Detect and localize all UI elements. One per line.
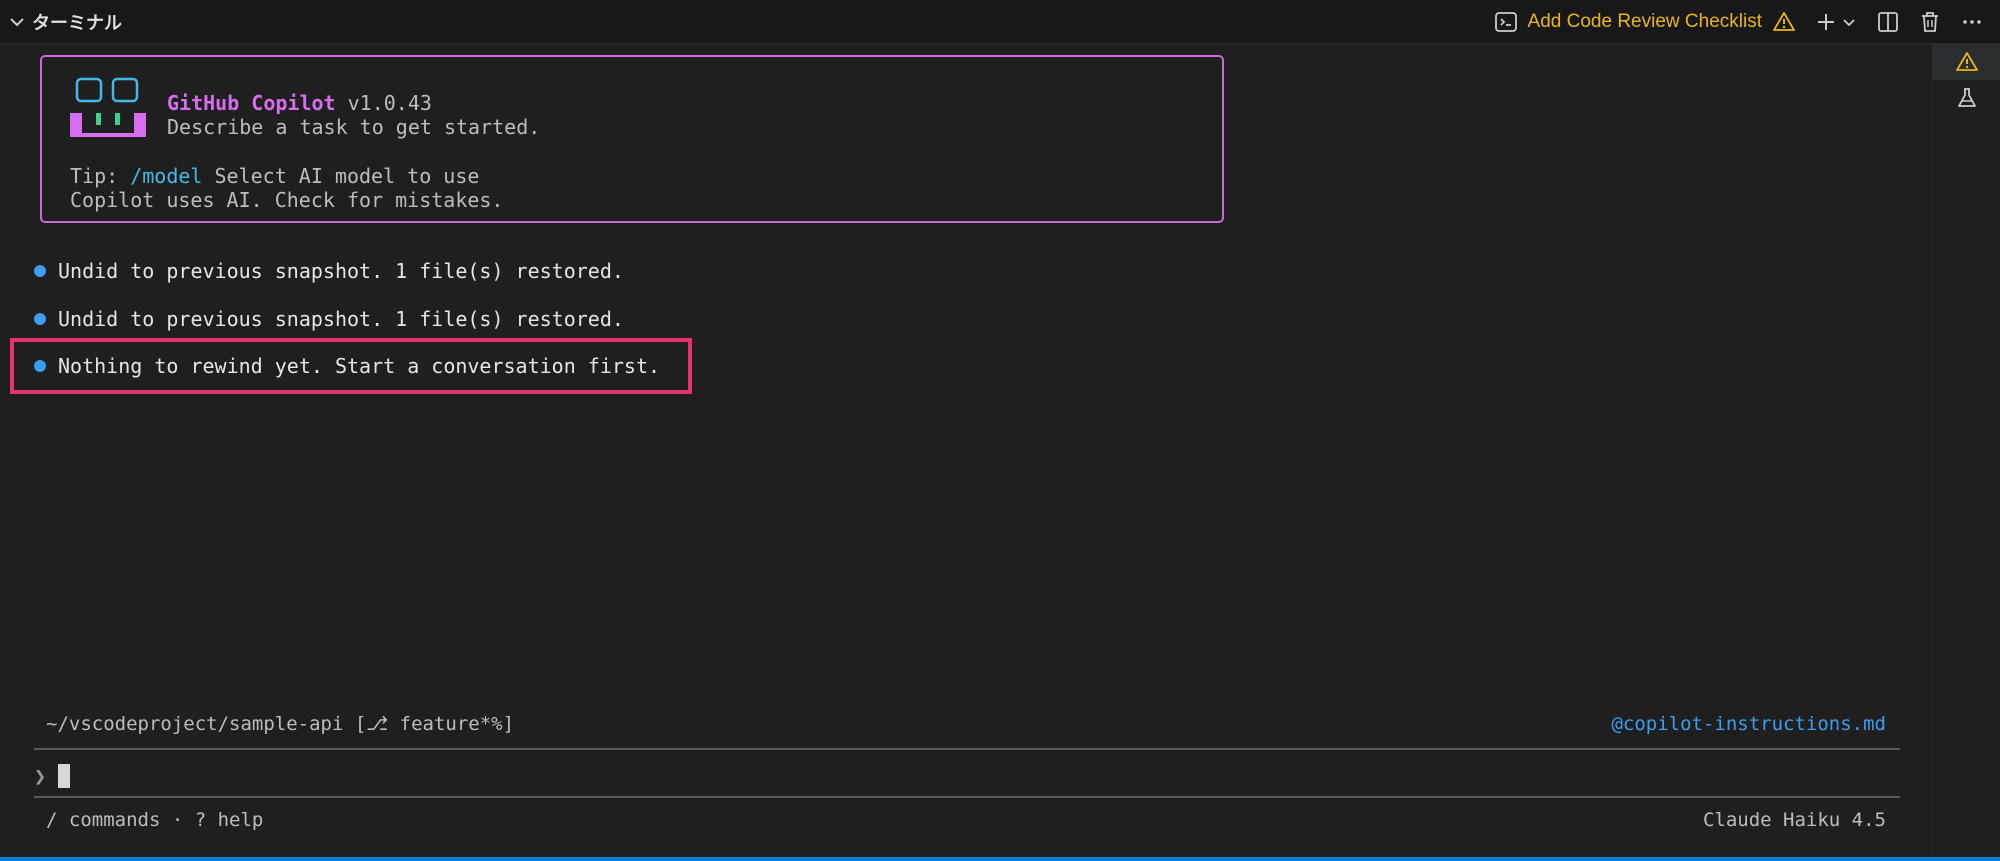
terminal-tab-test[interactable] [1933, 80, 2000, 116]
terminal-tab-warning[interactable] [1933, 44, 2000, 80]
chevron-down-icon [8, 13, 26, 31]
copilot-banner: GitHub Copilot v1.0.43 Describe a task t… [40, 55, 1224, 223]
bullet-icon [34, 313, 46, 325]
divider [34, 748, 1900, 750]
bullet-icon [34, 360, 46, 372]
terminal-panel-header: ターミナル Add Code Review Checklist [0, 0, 2000, 44]
warning-icon [1955, 50, 1979, 74]
text-cursor [58, 764, 71, 788]
model-indicator[interactable]: Claude Haiku 4.5 [1703, 809, 1886, 831]
task-label: Add Code Review Checklist [1527, 11, 1762, 32]
message-item: Undid to previous snapshot. 1 file(s) re… [34, 257, 624, 285]
new-terminal-button[interactable] [1814, 10, 1858, 34]
copilot-logo-icon [70, 77, 146, 137]
instructions-link[interactable]: @copilot-instructions.md [1611, 713, 1886, 735]
split-terminal-icon[interactable] [1876, 10, 1900, 34]
bullet-icon [34, 265, 46, 277]
message-text: Undid to previous snapshot. 1 file(s) re… [58, 259, 624, 283]
tip-command: /model [130, 164, 203, 188]
message-item: Nothing to rewind yet. Start a conversat… [34, 352, 660, 380]
version: v1.0.43 [335, 91, 432, 115]
brand-name: GitHub Copilot [167, 91, 336, 115]
message-text: Undid to previous snapshot. 1 file(s) re… [58, 307, 624, 331]
tip-text: Select AI model to use [202, 164, 480, 188]
trash-icon[interactable] [1918, 10, 1942, 34]
tip-prefix: Tip: [70, 164, 131, 188]
task-link[interactable]: Add Code Review Checklist [1494, 10, 1796, 34]
disclaimer: Copilot uses AI. Check for mistakes. [70, 188, 504, 212]
cwd-path: ~/vscodeproject/sample-api [⎇ feature*%] [46, 713, 515, 735]
status-bar [0, 857, 2000, 861]
message-text: Nothing to rewind yet. Start a conversat… [58, 354, 661, 378]
divider [34, 796, 1900, 798]
banner-subtitle: Describe a task to get started. [167, 115, 541, 139]
panel-title: ターミナル [32, 13, 122, 33]
warning-icon [1772, 10, 1796, 34]
panel-title-toggle[interactable]: ターミナル [8, 0, 122, 44]
more-actions-icon[interactable] [1960, 10, 1984, 34]
terminal-tabs-strip [1932, 44, 2000, 857]
beaker-icon [1955, 86, 1979, 110]
help-hint: / commands · ? help [46, 809, 264, 831]
prompt-input[interactable]: ❯ [34, 761, 71, 791]
terminal-icon [1494, 10, 1518, 34]
message-item: Undid to previous snapshot. 1 file(s) re… [34, 305, 624, 333]
prompt-symbol: ❯ [34, 764, 47, 788]
